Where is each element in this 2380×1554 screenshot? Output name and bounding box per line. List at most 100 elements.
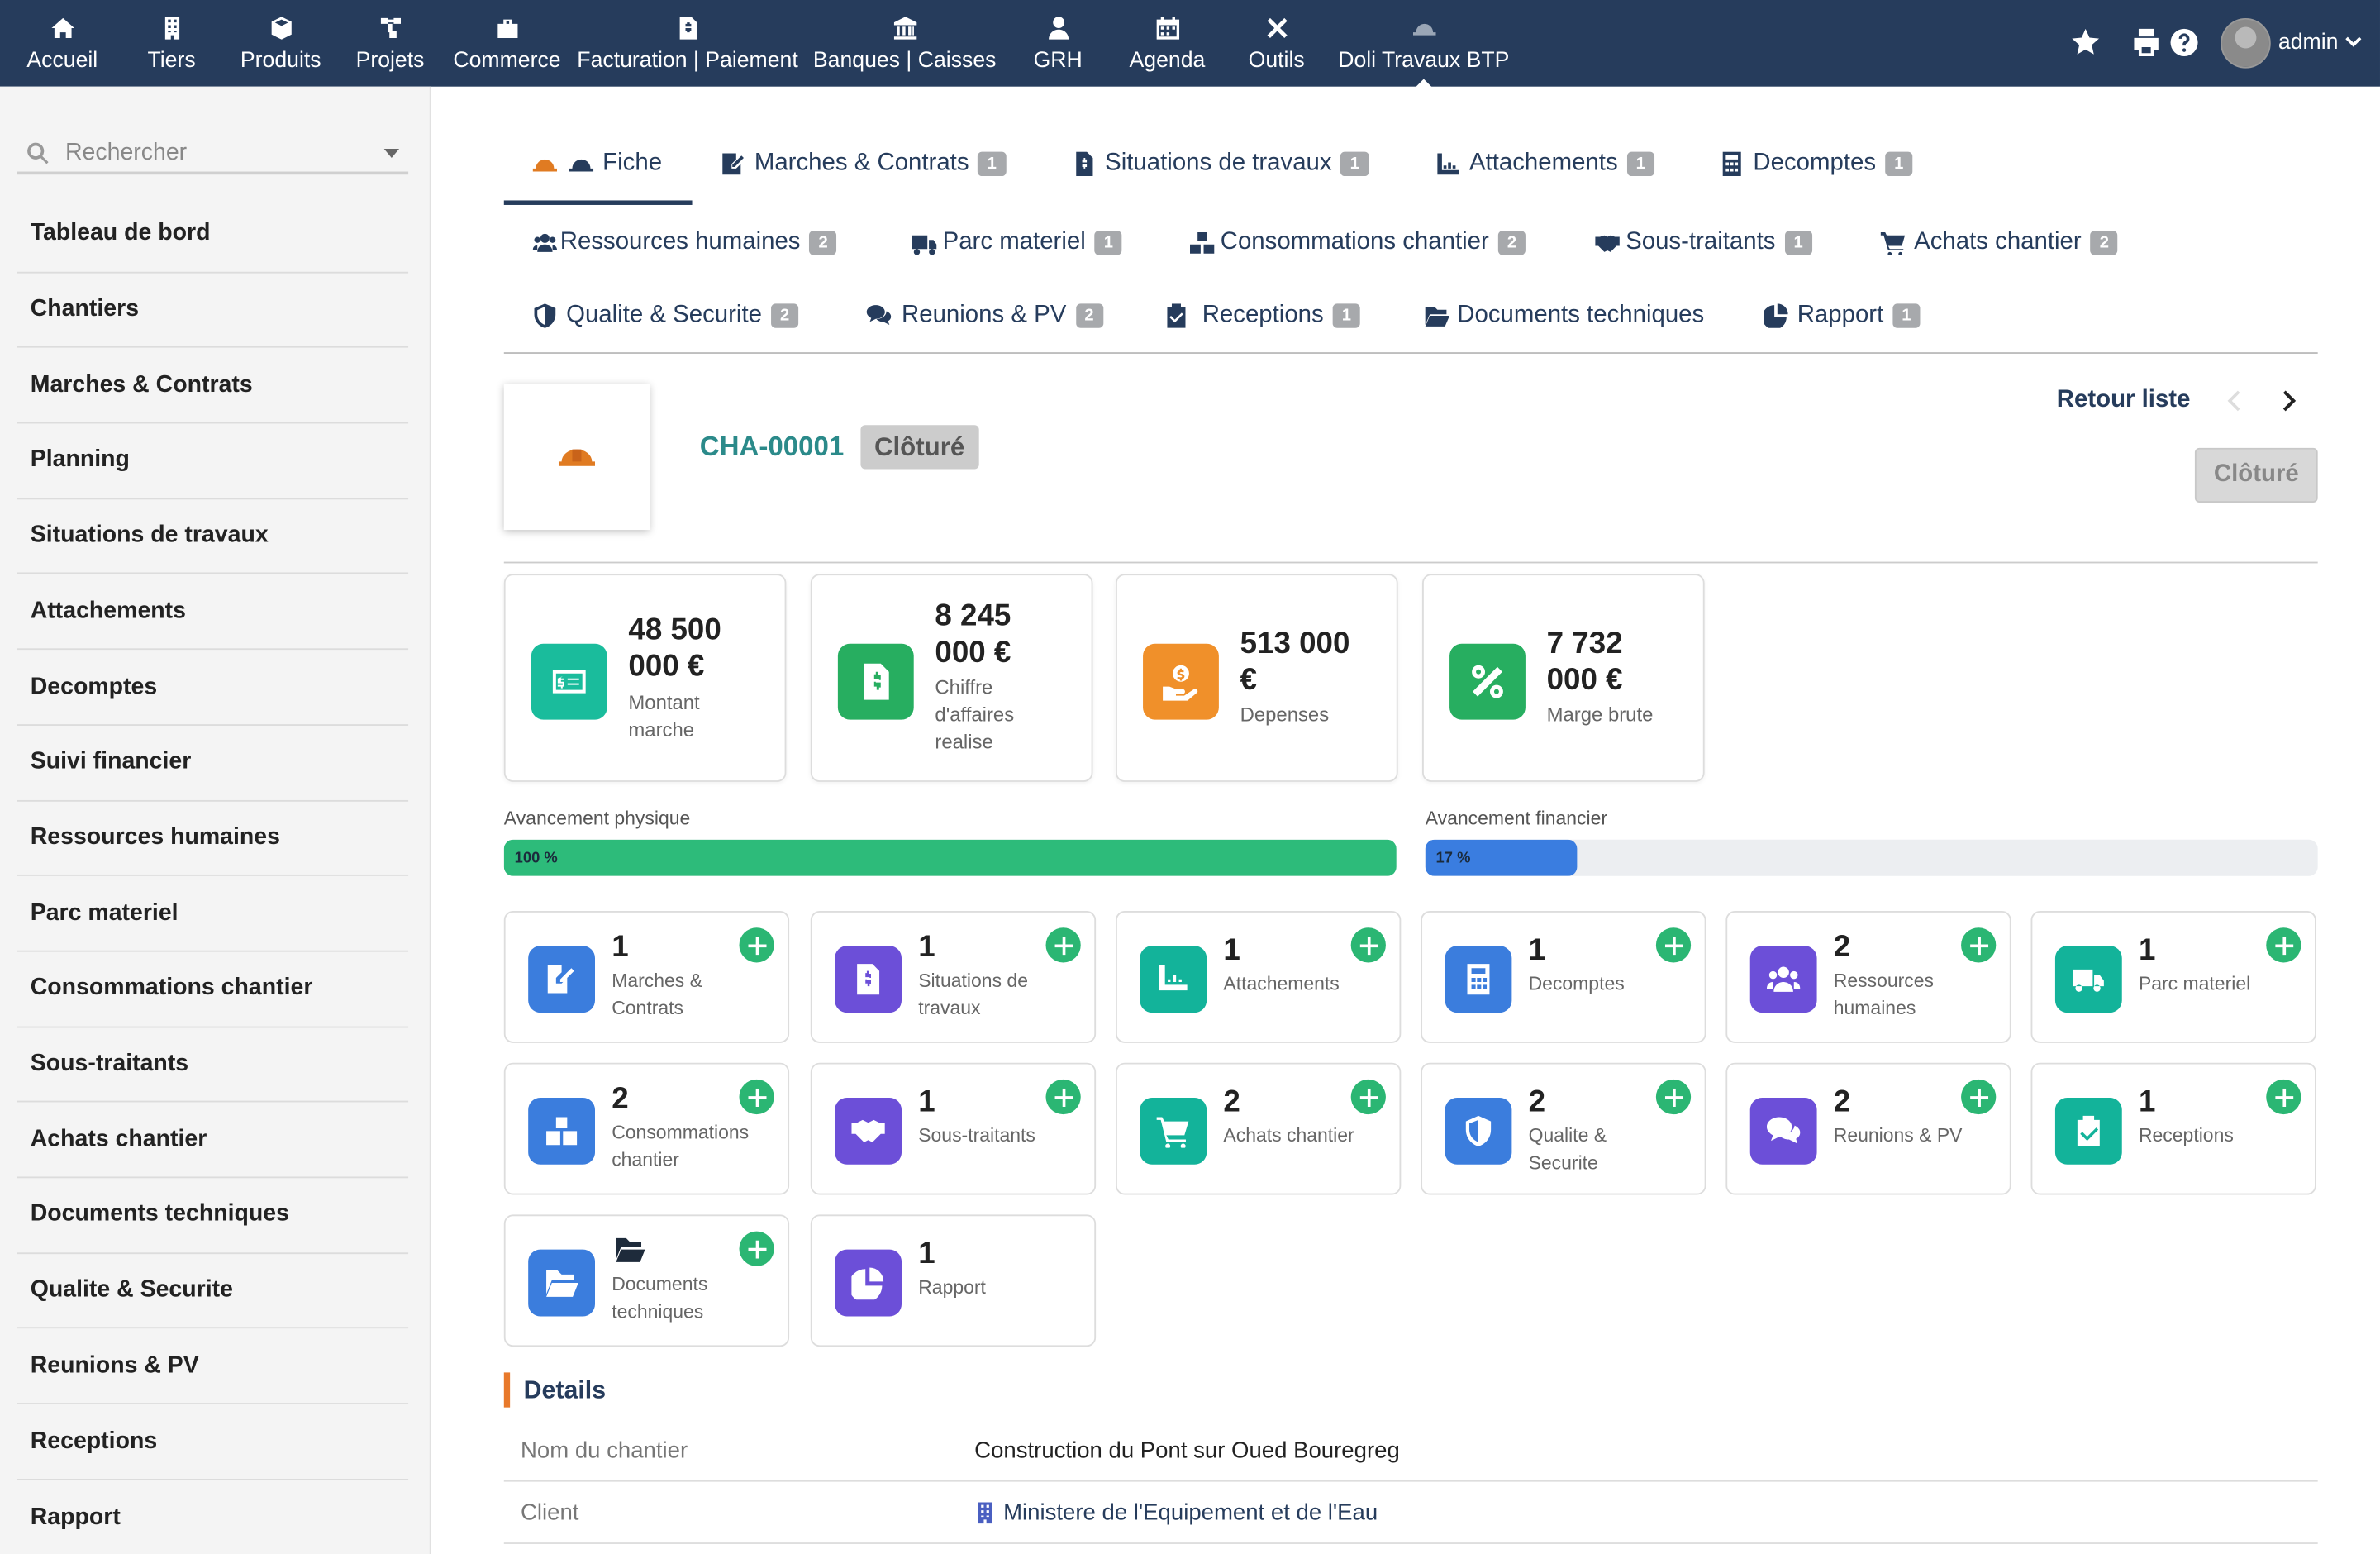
sidebar-item[interactable]: Qualite & Securite [17,1254,409,1330]
tab-receptions[interactable]: Receptions 1 [1164,303,1361,330]
module-card[interactable]: 2 Qualite & Securite [1421,1062,1706,1195]
add-button[interactable] [1655,927,1692,963]
tab-parc-materiel[interactable]: Parc materiel 1 [909,229,1123,256]
topnav-commerce[interactable]: Commerce [450,0,565,87]
sidebar-item[interactable]: Attachements [17,574,409,651]
print-icon[interactable] [2131,27,2162,58]
module-card[interactable]: 1 Rapport [810,1214,1097,1347]
caret-down-icon[interactable] [383,148,400,159]
add-button[interactable] [1045,927,1081,963]
module-card[interactable]: 1 Parc materiel [2030,911,2316,1043]
project-logo [503,384,650,531]
cart-icon [1880,232,1906,255]
sidebar-item[interactable]: Documents techniques [17,1178,409,1254]
sidebar-item[interactable]: Marches & Contrats [17,348,409,424]
sidebar-item[interactable]: Tableau de bord [17,198,409,274]
module-label: Marches & Contrats [612,967,764,1022]
sidebar-item[interactable]: Sous-traitants [17,1027,409,1104]
module-card[interactable]: 1 Decomptes [1421,911,1706,1043]
module-card[interactable]: 2 Consommations chantier [503,1062,790,1195]
search-input[interactable]: Rechercher [17,132,409,175]
module-card[interactable]: 1 Receptions [2030,1062,2316,1195]
progress-physical-label: Avancement physique [503,808,691,829]
topnav-outils[interactable]: Outils [1237,0,1316,87]
shield-icon [1465,1115,1492,1146]
topnav-agenda[interactable]: Agenda [1121,0,1215,87]
sidebar-item[interactable]: Rapport [17,1480,408,1554]
avatar[interactable] [2221,18,2271,69]
topnav-banques[interactable]: Banques | Caisses [811,0,999,87]
module-icon-bg [1140,1097,1207,1165]
module-card[interactable]: 1 Sous-traitants [810,1062,1097,1195]
add-button[interactable] [739,1231,774,1266]
topnav-tiers[interactable]: Tiers [134,0,210,87]
module-card[interactable]: 1 Marches & Contrats [503,911,790,1043]
tab-rapport[interactable]: Rapport 1 [1764,303,1921,330]
project-ref: CHA-00001 [699,431,845,462]
topnav-produits[interactable]: Produits [228,0,335,87]
sidebar-item[interactable]: Suivi financier [17,726,409,802]
sidebar-item[interactable]: Decomptes [17,650,409,726]
sidebar-item[interactable]: Ressources humaines [17,801,409,877]
sidebar-item[interactable]: Chantiers [17,273,409,349]
topnav-accueil[interactable]: Accueil [17,0,107,87]
topnav-projets[interactable]: Projets [349,0,431,87]
topnav-doli-travaux-btp[interactable]: Doli Travaux BTP [1335,0,1511,88]
tab-label: Attachements [1468,150,1618,177]
tab-consommations-chantier[interactable]: Consommations chantier 2 [1189,229,1526,256]
topnav-facturation[interactable]: Facturation | Paiement [577,0,798,87]
sidebar-item[interactable]: Situations de travaux [17,499,409,575]
tab-qualite-securite[interactable]: Qualite & Securite 2 [533,303,799,330]
tab-situations-travaux[interactable]: Situations de travaux 1 [1072,150,1368,178]
add-button[interactable] [1961,1079,1997,1115]
help-icon[interactable] [2169,27,2200,58]
add-button[interactable] [1961,927,1997,963]
sidebar-item[interactable]: Planning [17,424,409,499]
module-card[interactable]: 2 Ressources humaines [1726,911,2011,1043]
tab-ressources-humaines[interactable]: Ressources humaines 2 [532,229,837,256]
module-label: Situations de travaux [918,967,1070,1022]
tab-fiche[interactable]: Fiche [532,150,662,178]
kpi-value-line: 000 € [935,635,1011,670]
tab-reunions-pv[interactable]: Reunions & PV 2 [865,303,1103,330]
sidebar-item[interactable]: Parc materiel [17,876,409,952]
tab-attachements[interactable]: Attachements 1 [1436,150,1654,178]
add-button[interactable] [1350,1079,1386,1115]
status-button[interactable]: Clôturé [2194,447,2318,503]
tab-marches-contrats[interactable]: Marches & Contrats 1 [721,150,1006,178]
user-name[interactable]: admin [2278,31,2339,55]
tab-decomptes[interactable]: Decomptes 1 [1720,150,1913,178]
sidebar-item[interactable]: Consommations chantier [17,952,409,1027]
module-card[interactable]: 1 Situations de travaux [810,911,1097,1043]
module-card[interactable]: 2 Achats chantier [1115,1062,1402,1195]
chevron-right-icon[interactable] [2280,390,2298,412]
star-icon[interactable] [2070,27,2101,58]
add-button[interactable] [739,927,774,963]
add-button[interactable] [1655,1079,1692,1115]
sidebar-item[interactable]: Achats chantier [17,1103,409,1179]
add-button[interactable] [1350,927,1386,963]
topnav-grh[interactable]: GRH [1021,0,1094,87]
chevron-left-icon[interactable] [2225,390,2244,412]
client-link[interactable]: Ministere de l'Equipement et de l'Eau [974,1500,1378,1526]
module-card[interactable]: 1 Attachements [1115,911,1402,1043]
back-to-list-link[interactable]: Retour liste [2057,387,2191,414]
tab-sous-traitants[interactable]: Sous-traitants 1 [1592,229,1812,256]
module-card[interactable]: Documents techniques [503,1214,790,1347]
chart-pie-icon [1764,303,1788,328]
add-button[interactable] [2266,1079,2301,1115]
sidebar-item[interactable]: Receptions [17,1404,409,1480]
tab-achats-chantier[interactable]: Achats chantier 2 [1880,229,2118,256]
module-card[interactable]: 2 Reunions & PV [1726,1062,2011,1195]
add-button[interactable] [2266,927,2301,963]
tab-documents-techniques[interactable]: Documents techniques [1424,303,1704,330]
module-icon-bg [835,1097,902,1165]
sidebar-item[interactable]: Reunions & PV [17,1329,409,1405]
kpi-icon-bg [1143,643,1219,720]
module-label-line: Receptions [2138,1125,2234,1146]
add-button[interactable] [739,1079,774,1115]
add-button[interactable] [1045,1079,1081,1115]
module-count: 1 [2138,933,2156,967]
module-count: 1 [1223,933,1240,967]
chevron-down-icon[interactable] [2345,36,2362,49]
